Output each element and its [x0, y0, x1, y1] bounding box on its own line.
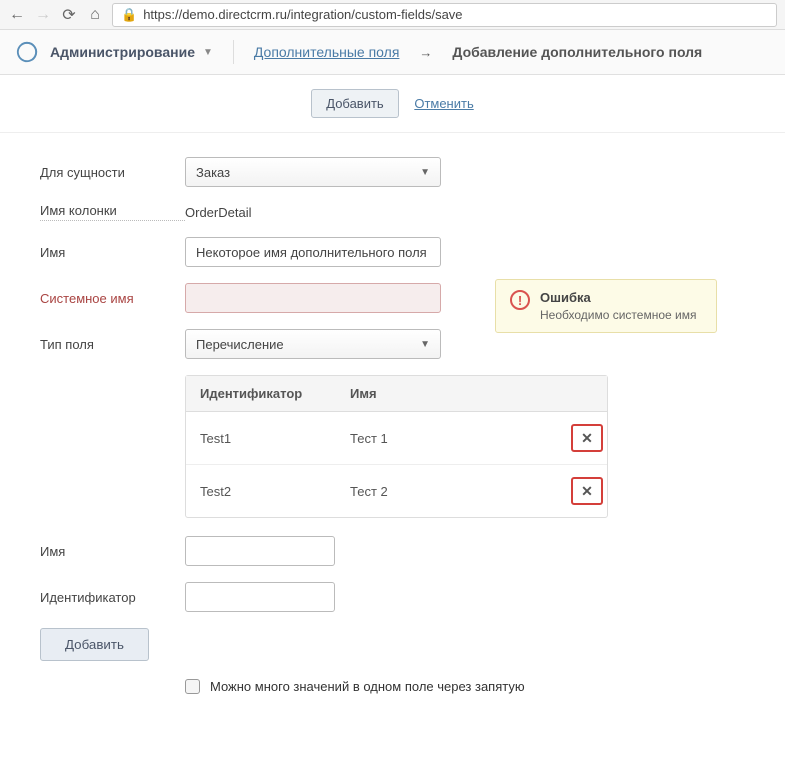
type-value: Перечисление	[196, 337, 284, 352]
caret-down-icon[interactable]: ▼	[203, 47, 213, 58]
forward-icon[interactable]: →	[34, 6, 52, 24]
submit-button[interactable]: Добавить	[311, 89, 398, 118]
entity-select[interactable]: Заказ ▼	[185, 157, 441, 187]
home-icon[interactable]: ⌂	[86, 6, 104, 24]
back-icon[interactable]: ←	[8, 6, 26, 24]
multi-label: Можно много значений в одном поле через …	[210, 679, 525, 694]
enum-id: Test1	[186, 419, 336, 458]
table-row: Test2 Тест 2 ✕	[186, 465, 607, 517]
name-input[interactable]	[185, 237, 441, 267]
action-bar: Добавить Отменить	[0, 75, 785, 133]
item-id-label: Идентификатор	[40, 590, 185, 605]
error-icon: !	[510, 290, 530, 310]
caret-down-icon: ▼	[420, 339, 430, 350]
browser-toolbar: ← → ⟳ ⌂ 🔒 https://demo.directcrm.ru/inte…	[0, 0, 785, 30]
enum-header-id: Идентификатор	[186, 376, 336, 411]
form: Для сущности Заказ ▼ Имя колонки OrderDe…	[0, 133, 785, 718]
column-value: OrderDetail	[185, 205, 251, 220]
delete-button[interactable]: ✕	[571, 424, 603, 452]
entity-label: Для сущности	[40, 165, 185, 180]
arrow-right-icon: →	[419, 45, 432, 60]
url-bar[interactable]: 🔒 https://demo.directcrm.ru/integration/…	[112, 3, 777, 27]
column-label: Имя колонки	[40, 203, 185, 221]
breadcrumb-current: Добавление дополнительного поля	[452, 44, 702, 60]
enum-header-name: Имя	[336, 376, 607, 411]
breadcrumb-link[interactable]: Дополнительные поля	[254, 44, 400, 60]
multi-checkbox[interactable]	[185, 679, 200, 694]
app-header: Администрирование ▼ Дополнительные поля …	[0, 30, 785, 75]
add-item-button[interactable]: Добавить	[40, 628, 149, 661]
error-tooltip: ! Ошибка Необходимо системное имя	[495, 279, 717, 333]
item-name-input[interactable]	[185, 536, 335, 566]
reload-icon[interactable]: ⟳	[60, 6, 78, 24]
name-label: Имя	[40, 245, 185, 260]
type-select[interactable]: Перечисление ▼	[185, 329, 441, 359]
error-title: Ошибка	[540, 290, 696, 305]
entity-value: Заказ	[196, 165, 230, 180]
enum-table: Идентификатор Имя Test1 Тест 1 ✕ Test2 Т…	[185, 375, 608, 518]
cancel-link[interactable]: Отменить	[414, 96, 473, 111]
lock-icon: 🔒	[121, 7, 137, 23]
url-text: https://demo.directcrm.ru/integration/cu…	[143, 7, 462, 22]
caret-down-icon: ▼	[420, 167, 430, 178]
app-logo-icon	[16, 41, 38, 63]
separator	[233, 40, 234, 64]
item-name-label: Имя	[40, 544, 185, 559]
sysname-input[interactable]	[185, 283, 441, 313]
enum-id: Test2	[186, 472, 336, 511]
type-label: Тип поля	[40, 337, 185, 352]
item-id-input[interactable]	[185, 582, 335, 612]
enum-name: Тест 2	[336, 472, 567, 511]
delete-button[interactable]: ✕	[571, 477, 603, 505]
table-row: Test1 Тест 1 ✕	[186, 412, 607, 465]
sysname-label: Системное имя	[40, 291, 185, 306]
admin-menu[interactable]: Администрирование	[50, 44, 195, 60]
error-message: Необходимо системное имя	[540, 308, 696, 322]
enum-name: Тест 1	[336, 419, 567, 458]
